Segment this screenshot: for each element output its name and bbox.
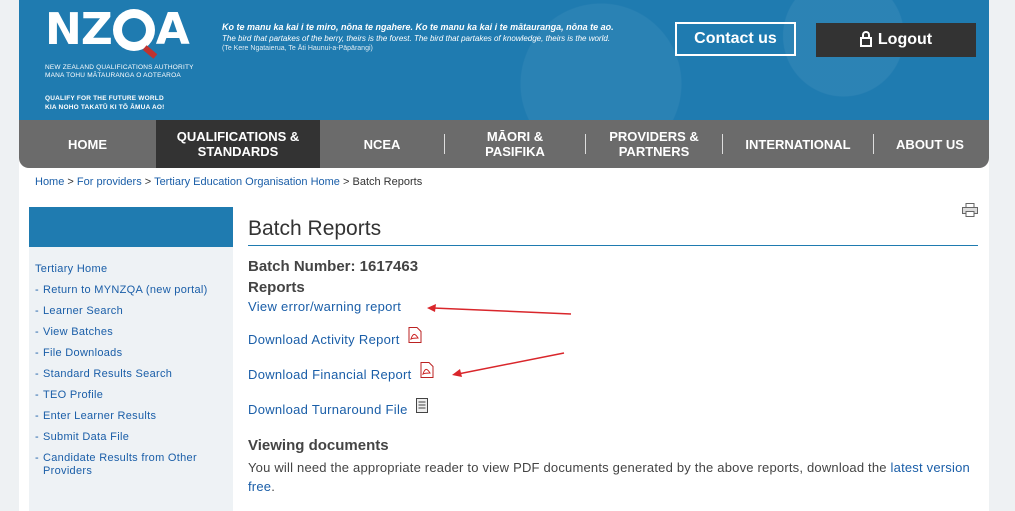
logo-subtitle: NEW ZEALAND QUALIFICATIONS AUTHORITY MAN… — [45, 64, 194, 79]
page-title: Batch Reports — [248, 217, 978, 246]
lock-icon — [859, 31, 872, 47]
sidebar-item-return-mynzqa[interactable]: Return to MYNZQA (new portal) — [35, 284, 233, 297]
viewing-documents-text: You will need the appropriate reader to … — [248, 460, 970, 494]
reports-heading: Reports — [248, 279, 305, 296]
contact-us-button[interactable]: Contact us — [675, 22, 796, 56]
sidebar: Tertiary Home Return to MYNZQA (new port… — [29, 207, 233, 511]
sidebar-menu: Tertiary Home Return to MYNZQA (new port… — [29, 247, 233, 478]
sidebar-item-teo-profile[interactable]: TEO Profile — [35, 389, 233, 402]
sidebar-item-candidate-results[interactable]: Candidate Results from Other Providers — [35, 452, 233, 478]
sidebar-item-enter-learner-results[interactable]: Enter Learner Results — [35, 410, 233, 423]
sidebar-item-learner-search[interactable]: Learner Search — [35, 305, 233, 318]
logout-button[interactable]: Logout — [816, 23, 976, 57]
file-icon — [415, 398, 428, 413]
nav-item-maori-pasifika[interactable]: MĀORI & PASIFIKA — [445, 120, 585, 168]
logo-tagline: QUALIFY FOR THE FUTURE WORLD KIA NOHO TA… — [45, 95, 165, 111]
logo-mark: NZ A — [45, 4, 190, 55]
sidebar-item-tertiary-home[interactable]: Tertiary Home — [35, 263, 233, 276]
sidebar-item-submit-data-file[interactable]: Submit Data File — [35, 431, 233, 444]
main-content: Batch Reports Batch Number: 1617463 Repo… — [248, 207, 980, 494]
nav-item-international[interactable]: INTERNATIONAL — [723, 120, 873, 168]
sidebar-item-view-batches[interactable]: View Batches — [35, 326, 233, 339]
sidebar-header — [29, 207, 233, 247]
logo-q-emblem-icon — [112, 9, 155, 51]
breadcrumb-current: Batch Reports — [352, 176, 423, 188]
nav-item-home[interactable]: HOME — [19, 120, 156, 168]
breadcrumb-separator: > — [67, 176, 74, 188]
nzqa-logo[interactable]: NZ A NEW ZEALAND QUALIFICATIONS AUTHORITY… — [45, 6, 194, 112]
breadcrumb-separator: > — [144, 176, 152, 188]
download-turnaround-file-link[interactable]: Download Turnaround File — [248, 398, 428, 417]
header-proverb: Ko te manu ka kai i te miro, nōna te nga… — [222, 22, 614, 52]
annotation-arrow-2 — [452, 352, 565, 377]
nav-item-providers-partners[interactable]: PROVIDERS & PARTNERS — [586, 120, 722, 168]
breadcrumb-link-home[interactable]: Home — [35, 176, 64, 188]
breadcrumb-link-teo-home[interactable]: Tertiary Education Organisation Home — [154, 176, 340, 188]
pdf-icon — [408, 326, 422, 343]
pdf-icon — [420, 361, 434, 378]
batch-number: Batch Number: 1617463 — [248, 258, 419, 275]
viewing-documents-heading: Viewing documents — [248, 437, 389, 454]
nav-item-qualifications[interactable]: QUALIFICATIONS & STANDARDS — [156, 120, 320, 168]
view-error-warning-link[interactable]: View error/warning report — [248, 299, 401, 314]
download-financial-report-link[interactable]: Download Financial Report — [248, 361, 434, 382]
nav-item-ncea[interactable]: NCEA — [320, 120, 444, 168]
sidebar-item-file-downloads[interactable]: File Downloads — [35, 347, 233, 360]
breadcrumb-link-for-providers[interactable]: For providers — [77, 176, 142, 188]
main-nav: HOME QUALIFICATIONS & STANDARDS NCEA MĀO… — [19, 120, 989, 168]
nav-item-about-us[interactable]: ABOUT US — [874, 120, 986, 168]
breadcrumb: Home > For providers > Tertiary Educatio… — [35, 176, 422, 188]
annotation-arrow-1 — [427, 304, 572, 315]
download-activity-report-link[interactable]: Download Activity Report — [248, 326, 422, 347]
sidebar-item-standard-results-search[interactable]: Standard Results Search — [35, 368, 233, 381]
breadcrumb-separator: > — [343, 176, 350, 188]
